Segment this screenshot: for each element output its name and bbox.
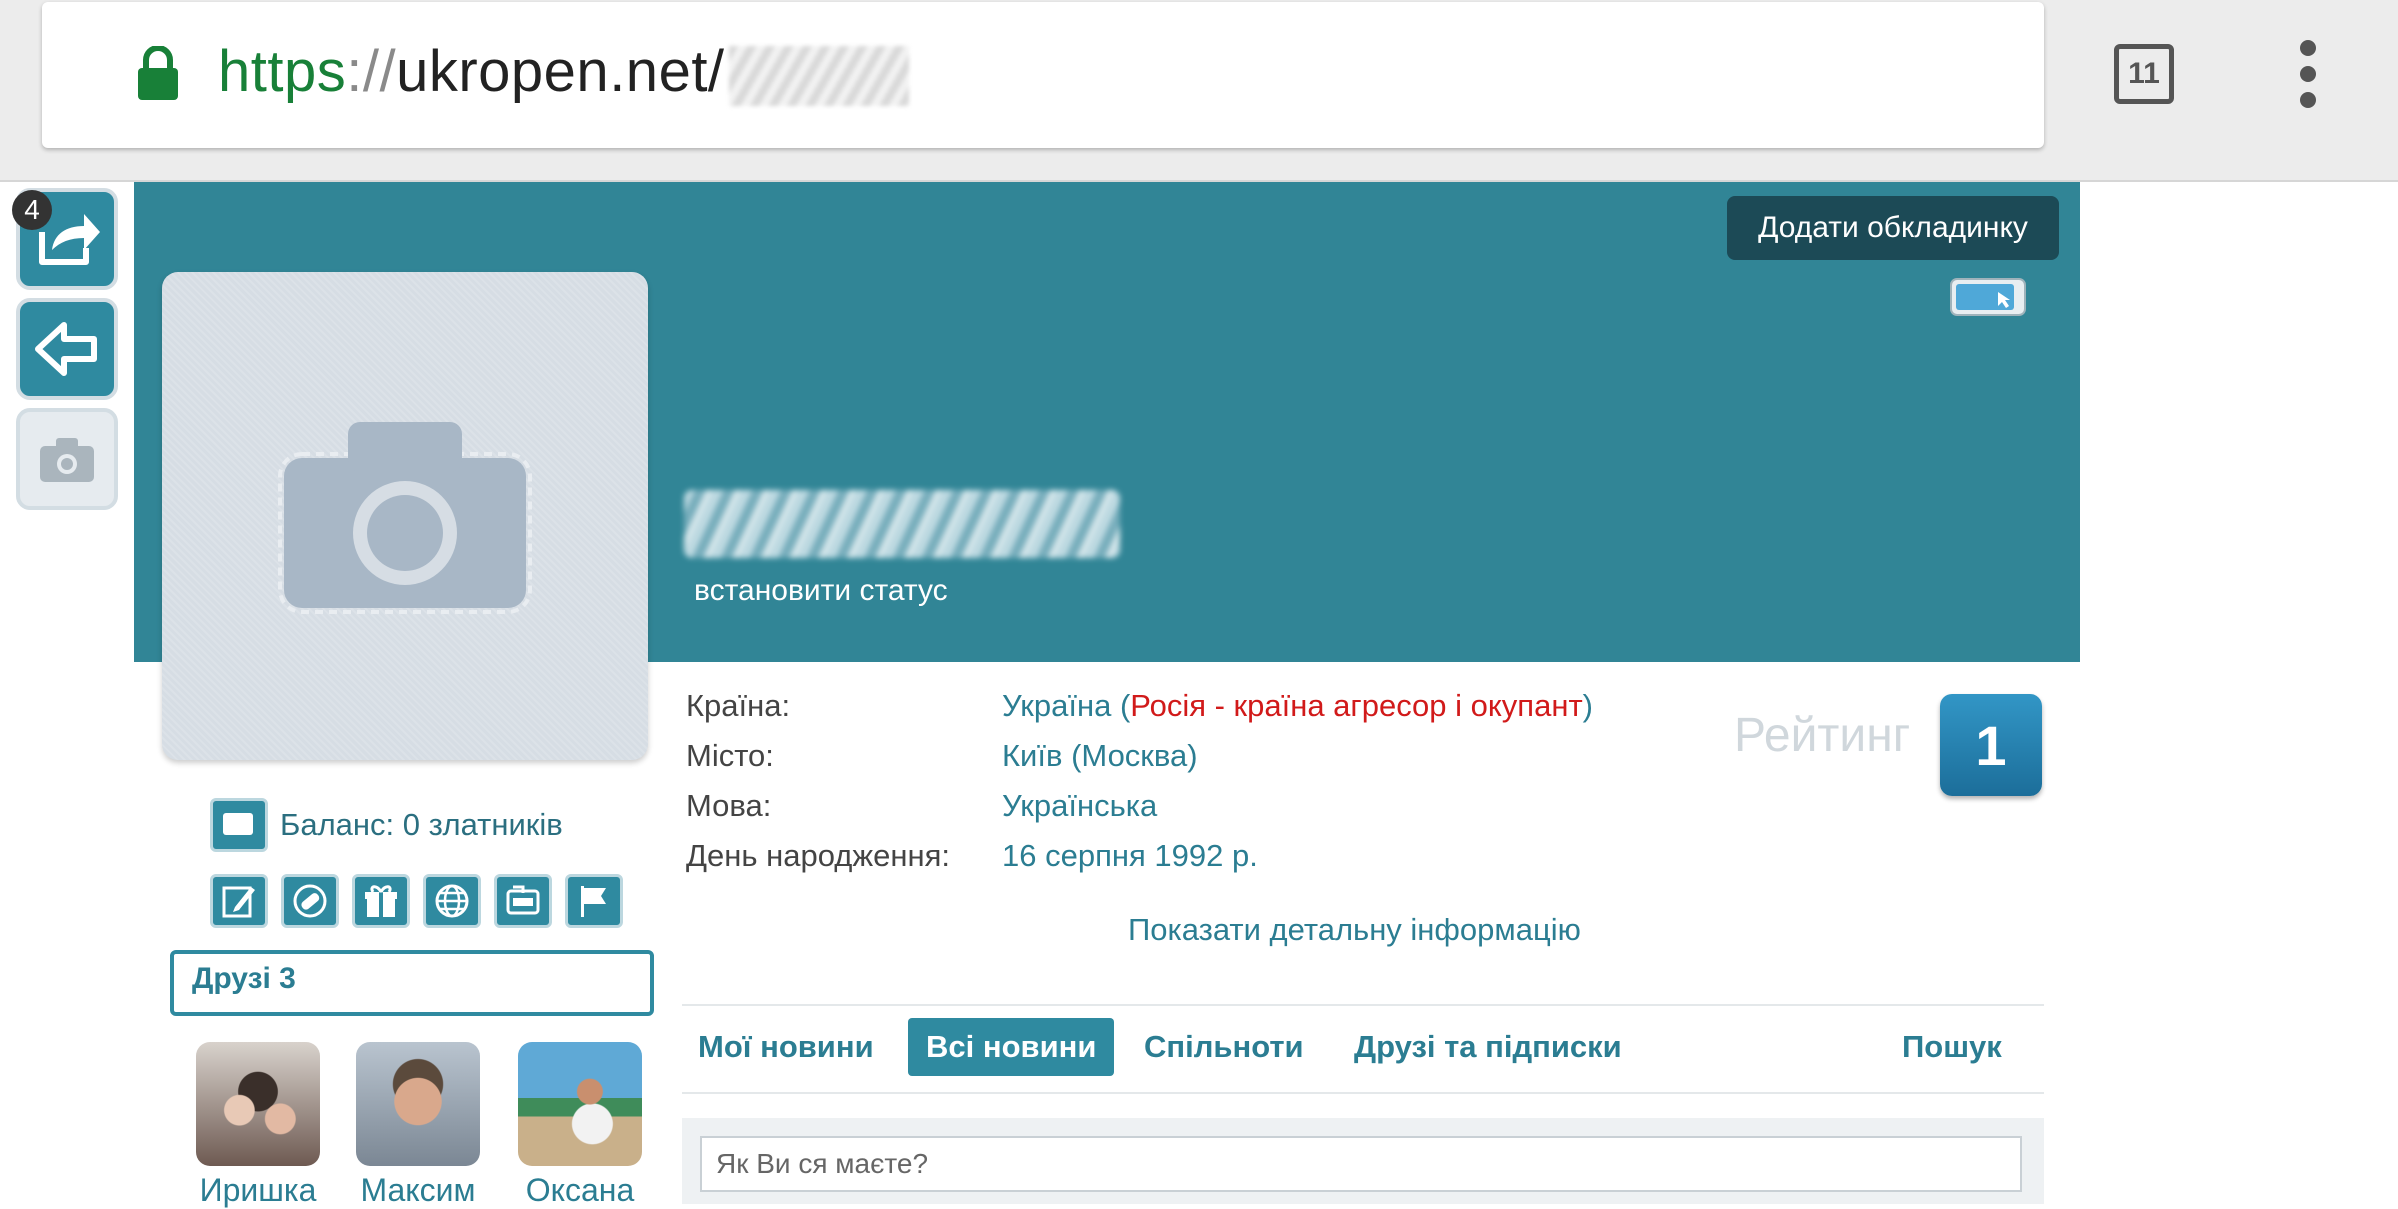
pill-icon — [293, 884, 327, 918]
country-note: Росія - країна агресор і окупант — [1130, 688, 1583, 723]
friend-card[interactable]: Максим — [356, 1042, 480, 1209]
city-label: Місто: — [686, 738, 774, 773]
camera-icon — [40, 438, 94, 482]
country-value: Україна (Росія - країна агресор і окупан… — [1002, 688, 1593, 724]
friend-avatar[interactable] — [356, 1042, 480, 1166]
profile-avatar[interactable] — [162, 272, 648, 760]
camera-placeholder-icon — [278, 422, 532, 614]
back-arrow-icon — [35, 322, 97, 376]
friend-name[interactable]: Иришка — [196, 1172, 320, 1209]
country-link[interactable]: Україна — [1002, 688, 1111, 723]
tab-communities[interactable]: Спільноти — [1144, 1018, 1304, 1076]
menu-dot-icon — [2300, 40, 2316, 56]
friend-name[interactable]: Оксана — [518, 1172, 642, 1209]
add-cover-button[interactable]: Додати обкладинку — [1727, 196, 2059, 260]
url-text[interactable]: https://ukropen.net/ — [218, 38, 909, 106]
rating-label: Рейтинг — [1734, 709, 1911, 762]
rating-badge[interactable]: 1 — [1940, 694, 2042, 796]
birthday-value[interactable]: 16 серпня 1992 р. — [1002, 838, 1258, 874]
card-button[interactable] — [494, 874, 552, 928]
url-scheme: https — [218, 39, 347, 104]
flag-button[interactable] — [565, 874, 623, 928]
browser-menu-button[interactable] — [2296, 40, 2320, 110]
language-label: Мова: — [686, 788, 772, 823]
city-value[interactable]: Київ (Москва) — [1002, 738, 1198, 774]
lock-icon — [138, 46, 178, 100]
language-value[interactable]: Українська — [1002, 788, 1157, 824]
address-bar[interactable]: https://ukropen.net/ — [42, 2, 2044, 148]
friend-name[interactable]: Максим — [356, 1172, 480, 1209]
edit-icon — [222, 886, 255, 918]
friend-avatar[interactable] — [196, 1042, 320, 1166]
profile-actions — [210, 874, 636, 928]
wallet-icon — [210, 798, 268, 852]
tab-search[interactable]: Пошук — [1902, 1018, 2002, 1076]
balance-text: Баланс: 0 златників — [280, 807, 563, 842]
status-input[interactable]: Як Ви ся маєте? — [700, 1136, 2022, 1192]
friend-card[interactable]: Оксана — [518, 1042, 642, 1209]
pill-button[interactable] — [281, 874, 339, 928]
device-toggle-icon[interactable] — [1950, 278, 2026, 316]
tab-switcher-button[interactable]: 11 — [2114, 44, 2174, 104]
friends-title[interactable]: Друзі 3 — [192, 962, 296, 996]
url-host: ukropen.net/ — [396, 39, 725, 104]
country-label: Країна: — [686, 688, 791, 723]
url-path-redacted — [728, 45, 909, 106]
friend-card[interactable]: Иришка — [196, 1042, 320, 1209]
back-button[interactable] — [16, 298, 118, 400]
profile-name-redacted — [684, 490, 1120, 558]
tab-my-news[interactable]: Мої новини — [698, 1018, 874, 1076]
tab-all-news[interactable]: Всі новини — [908, 1018, 1115, 1076]
paren-close: ) — [1582, 688, 1593, 723]
edit-button[interactable] — [210, 874, 268, 928]
balance[interactable]: Баланс: 0 златників — [210, 798, 563, 852]
card-icon — [506, 885, 540, 915]
gift-icon — [365, 885, 397, 917]
gift-button[interactable] — [352, 874, 410, 928]
menu-dot-icon — [2300, 92, 2316, 108]
menu-dot-icon — [2300, 66, 2316, 82]
show-details-link[interactable]: Показати детальну інформацію — [1128, 912, 1581, 948]
flag-icon — [581, 886, 606, 917]
globe-icon — [435, 884, 469, 918]
tab-friends-subscriptions[interactable]: Друзі та підписки — [1354, 1018, 1622, 1076]
share-count-badge: 4 — [12, 190, 52, 230]
friend-avatar[interactable] — [518, 1042, 642, 1166]
paren-open: ( — [1111, 688, 1131, 723]
url-separator: :// — [346, 39, 397, 104]
photo-button[interactable] — [16, 408, 118, 510]
globe-button[interactable] — [423, 874, 481, 928]
birthday-label: День народження: — [686, 838, 950, 873]
set-status-link[interactable]: встановити статус — [694, 574, 948, 608]
